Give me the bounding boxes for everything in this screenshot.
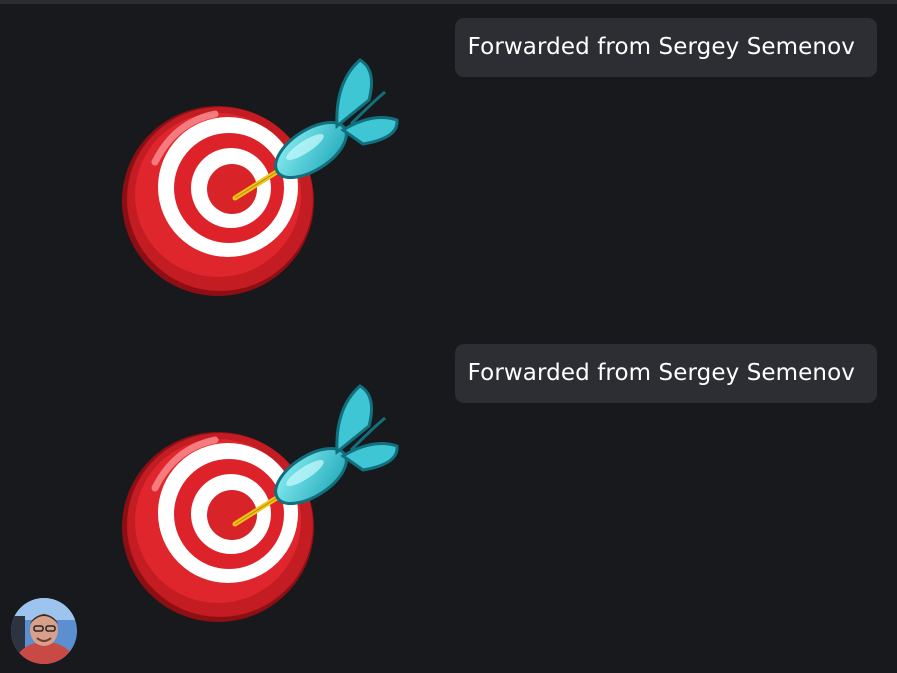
user-avatar[interactable]: [11, 598, 77, 664]
dart-target-icon[interactable]: [115, 52, 405, 297]
message-item[interactable]: Forwarded from Sergey Semenov: [0, 18, 897, 308]
chat-history[interactable]: Forwarded from Sergey Semenov Forwarded …: [0, 0, 897, 673]
dart-target-icon[interactable]: [115, 378, 405, 623]
forwarded-from-badge[interactable]: Forwarded from Sergey Semenov: [454, 344, 877, 403]
message-item[interactable]: Forwarded from Sergey Semenov: [0, 344, 897, 634]
forwarded-from-badge[interactable]: Forwarded from Sergey Semenov: [454, 18, 877, 77]
